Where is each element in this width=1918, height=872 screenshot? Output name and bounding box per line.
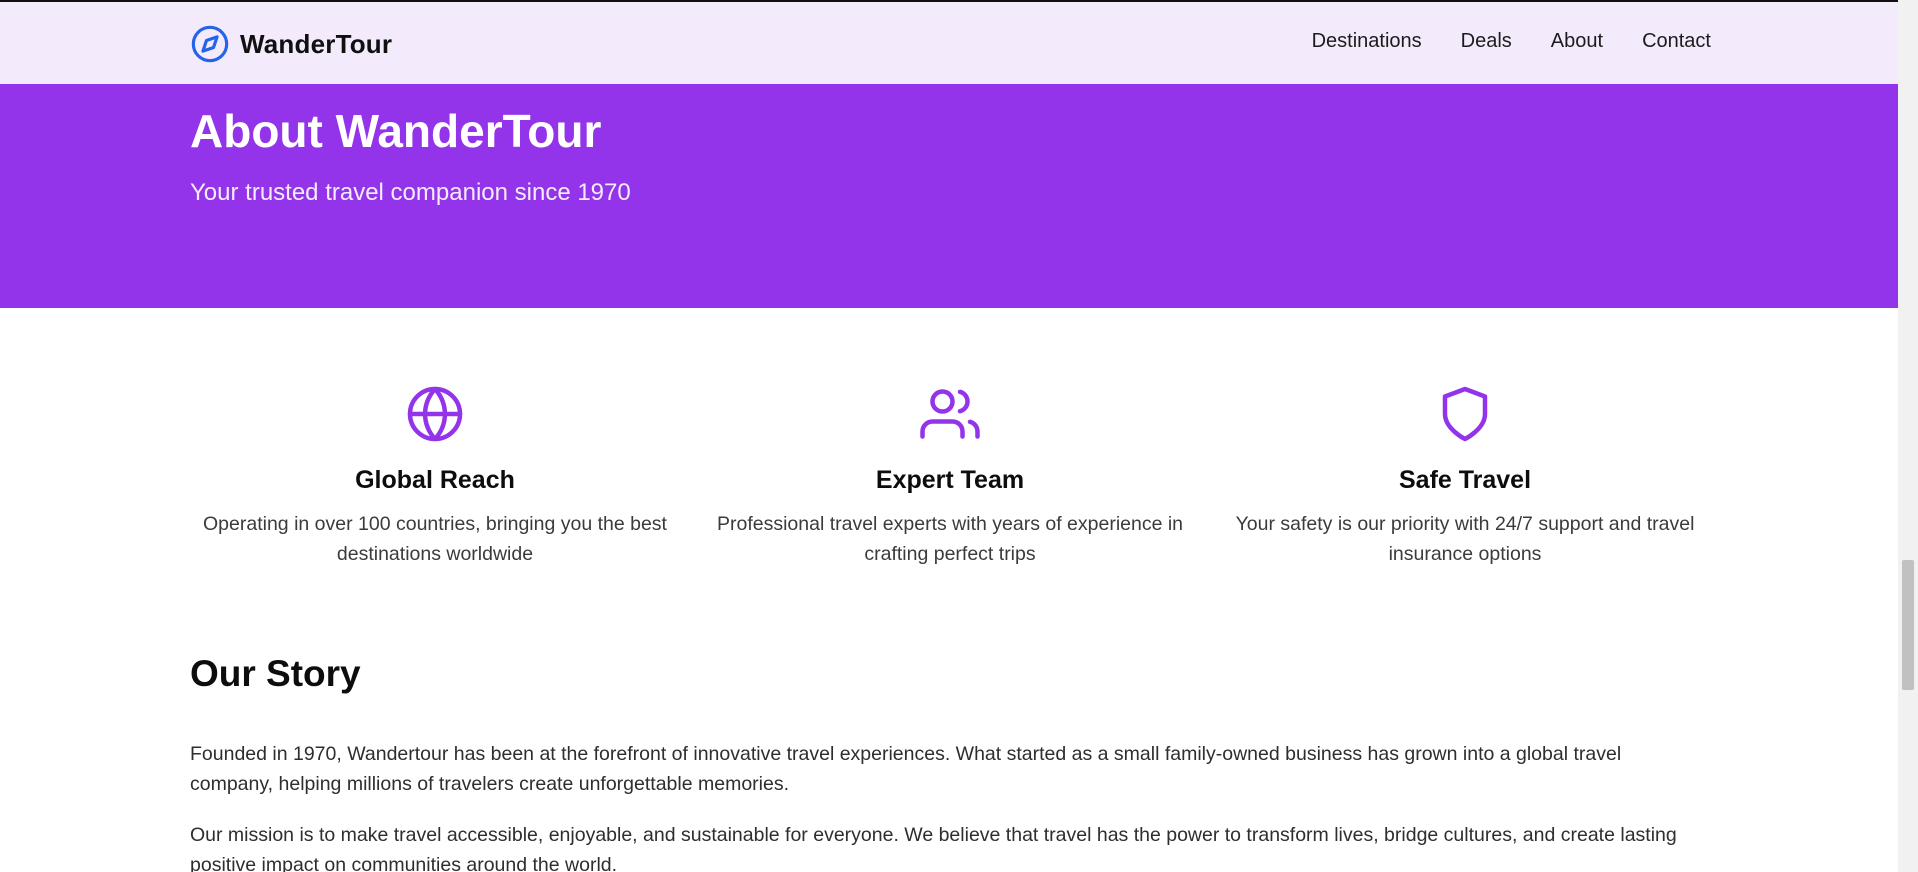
feature-card-safe-travel: Safe Travel Your safety is our priority …: [1220, 384, 1710, 569]
users-icon: [920, 389, 980, 439]
globe-icon: [407, 386, 463, 442]
brand-name: WanderTour: [240, 28, 393, 59]
site-header: WanderTour Destinations Deals About Cont…: [0, 2, 1898, 84]
hero-banner: About WanderTour Your trusted travel com…: [0, 84, 1898, 308]
vertical-scrollbar[interactable]: [1898, 0, 1918, 872]
story-heading: Our Story: [190, 653, 361, 694]
shield-icon: [1442, 386, 1488, 442]
nav-link-contact[interactable]: Contact: [1642, 30, 1711, 53]
story-paragraph: Founded in 1970, Wandertour has been at …: [190, 743, 1622, 795]
feature-card-expert-team: Expert Team Professional travel experts …: [705, 384, 1195, 569]
scrollbar-thumb[interactable]: [1902, 560, 1914, 690]
feature-card-global-reach: Global Reach Operating in over 100 count…: [190, 384, 680, 569]
nav-link-deals[interactable]: Deals: [1461, 30, 1512, 53]
nav-link-about[interactable]: About: [1551, 30, 1603, 53]
feature-title: Expert Team: [875, 466, 1025, 494]
main-nav: Destinations Deals About Contact: [1312, 30, 1711, 53]
page-title: About WanderTour: [190, 105, 602, 157]
feature-title: Safe Travel: [1398, 466, 1532, 494]
feature-description: Professional travel experts with years o…: [716, 513, 1184, 565]
features-section: Global Reach Operating in over 100 count…: [190, 384, 1710, 569]
compass-icon: [191, 25, 229, 63]
feature-title: Global Reach: [355, 466, 515, 494]
feature-description: Operating in over 100 countries, bringin…: [203, 513, 667, 565]
page-subtitle: Your trusted travel companion since 1970: [190, 179, 631, 206]
nav-link-destinations[interactable]: Destinations: [1312, 30, 1422, 53]
story-paragraph: Our mission is to make travel accessible…: [190, 824, 1677, 872]
feature-description: Your safety is our priority with 24/7 su…: [1235, 513, 1695, 565]
page: WanderTour Destinations Deals About Cont…: [0, 2, 1898, 872]
brand-logo[interactable]: WanderTour: [190, 24, 392, 64]
